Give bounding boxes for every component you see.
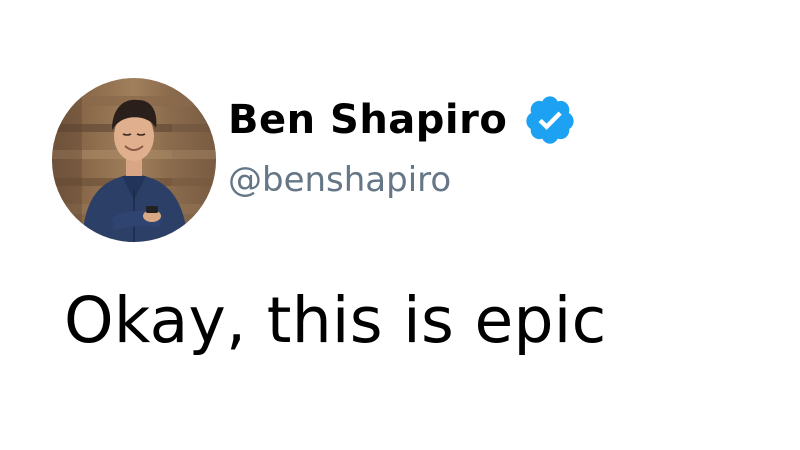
- verified-badge-icon: [523, 93, 577, 147]
- tweet-text: Okay, this is epic: [64, 284, 607, 357]
- profile-photo: [52, 78, 216, 242]
- tweet-card: Ben Shapiro @benshapiro Okay, this is ep…: [0, 0, 800, 450]
- avatar[interactable]: [52, 78, 216, 242]
- author-name-row: Ben Shapiro: [228, 92, 577, 148]
- author-handle[interactable]: @benshapiro: [228, 160, 451, 200]
- author-display-name[interactable]: Ben Shapiro: [228, 97, 507, 143]
